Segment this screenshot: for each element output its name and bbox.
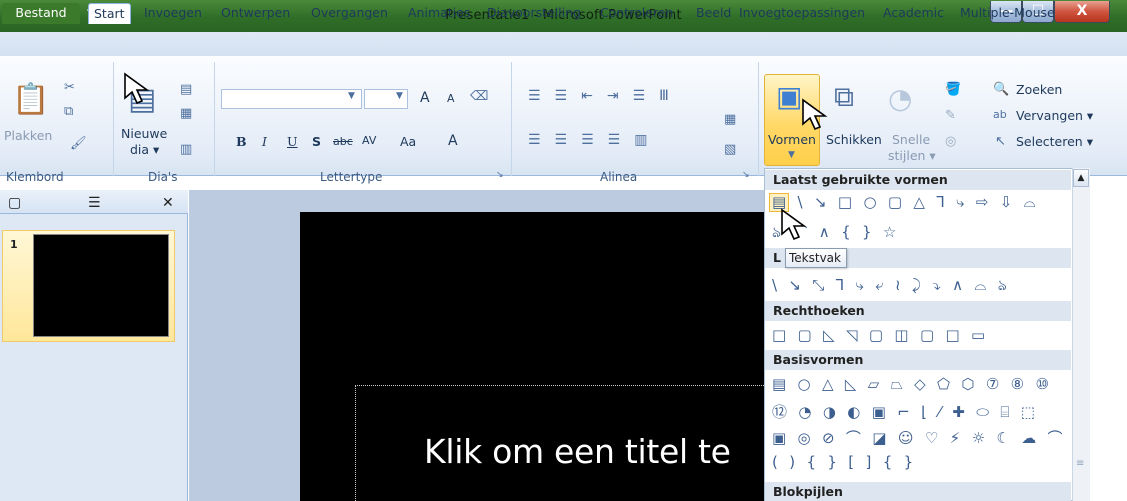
gallery-scrollbar[interactable] (1072, 168, 1090, 501)
tab-beeld[interactable]: Beeld (691, 3, 736, 24)
basic-shapes-row-3[interactable]: ▣ ◎ ⊘ ⌒ ◪ ☺ ♡ ⚡ ☼ ☾ ☁ ⌒ (772, 427, 1066, 448)
reset-icon[interactable]: ▦ (180, 106, 192, 121)
tab-ontwerpen[interactable]: Ontwerpen (216, 3, 295, 24)
rectangles-row[interactable]: □ ▢ ◺ ◹ ▢ ◫ ▢ □ ▭ (772, 326, 989, 344)
tooltip: Tekstvak (785, 248, 847, 268)
cut-icon[interactable]: ✂ (64, 80, 75, 95)
arrange-icon[interactable]: ⧉ (834, 80, 854, 114)
char-spacing-button[interactable]: AV (362, 134, 376, 147)
quick-styles-dropdown[interactable]: stijlen ▾ (888, 148, 936, 163)
find-button[interactable]: Zoeken (1016, 82, 1062, 97)
shadow-button[interactable]: S (312, 134, 321, 149)
replace-button[interactable]: Vervangen ▾ (1016, 108, 1093, 123)
font-dropdown-icon[interactable]: ▼ (348, 91, 355, 101)
replace-icon[interactable]: ab (993, 108, 1007, 121)
align-text-icon[interactable]: ▦ (724, 112, 736, 127)
underline-button[interactable]: U (287, 134, 298, 149)
clear-format-icon[interactable]: ⌫ (470, 89, 488, 104)
shape-outline-icon[interactable]: ✎ (945, 108, 956, 123)
grow-font-button[interactable]: A (420, 90, 430, 106)
list-buttons-icon[interactable]: ☰☰⇤⇥☰Ⅲ (528, 88, 683, 104)
layout-icon[interactable]: ▤ (180, 82, 192, 97)
tab-multiple-mouse[interactable]: Multiple-Mouse (955, 3, 1060, 24)
paste-icon[interactable]: 📋 (12, 82, 49, 117)
tab-invoegtoepassingen[interactable]: Invoegtoepassingen (734, 3, 870, 24)
section-icon[interactable]: ▥ (180, 142, 192, 157)
tab-start[interactable]: Start (88, 3, 131, 24)
tab-invoegen[interactable]: Invoegen (139, 3, 207, 24)
basic-shapes-row-2[interactable]: ⑫ ◔ ◑ ◐ ▣ ⌐ ⌊ ⁄ ✚ ⬭ ⌸ ⬚ (772, 401, 1038, 422)
group-separator (113, 62, 114, 176)
shape-fill-icon[interactable]: 🪣 (945, 82, 961, 97)
find-icon[interactable]: 🔍 (993, 82, 1009, 97)
shapes-label: Vormen (768, 132, 816, 147)
new-slide-label[interactable]: Nieuwe (121, 126, 167, 141)
group-label-alinea: Alinea (600, 170, 638, 184)
group-label-klembord: Klembord (6, 170, 64, 184)
format-painter-icon[interactable]: 🖌 (70, 136, 87, 151)
shrink-font-button[interactable]: A (447, 92, 455, 105)
scroll-up-arrow-icon[interactable]: ▲ (1073, 169, 1089, 187)
gallery-section-basisvormen: Basisvormen (765, 350, 1071, 370)
quick-styles-label[interactable]: Snelle (892, 132, 930, 147)
close-button[interactable]: X (1054, 1, 1110, 23)
smartart-icon[interactable]: ▧ (724, 142, 736, 157)
basic-shapes-row-4[interactable]: ( ) { } [ ] { } (772, 453, 916, 471)
new-slide-dropdown[interactable]: dia ▾ (130, 142, 159, 157)
arrange-label[interactable]: Schikken (826, 132, 882, 147)
slide-thumbnail[interactable] (33, 234, 169, 337)
slide-number: 1 (10, 238, 18, 251)
align-buttons-icon[interactable]: ☰☰☰☰▥ (528, 132, 661, 148)
tab-controleren[interactable]: Controleren (595, 3, 678, 24)
tab-overgangen[interactable]: Overgangen (306, 3, 393, 24)
size-dropdown-icon[interactable]: ▼ (396, 91, 403, 101)
group-separator (214, 62, 215, 176)
basic-shapes-row-1[interactable]: ▤ ○ △ ◺ ▱ ⏢ ◇ ⬠ ⬡ ⑦ ⑧ ⑩ (772, 375, 1052, 393)
tab-diavoorstelling[interactable]: Diavoorstelling (482, 3, 586, 24)
paragraph-dialog-launcher-icon[interactable]: ↘ (742, 170, 750, 180)
paste-button-label[interactable]: Plakken (4, 128, 52, 143)
slides-tab-icon[interactable]: ▢ (8, 195, 21, 211)
slide-title-text[interactable]: Klik om een titel te (424, 432, 764, 471)
gallery-section-rechthoeken: Rechthoeken (765, 301, 1071, 321)
gallery-resize-grip-icon[interactable]: ≡ (1076, 458, 1084, 469)
group-separator (758, 62, 759, 176)
ribbon (0, 56, 1127, 176)
font-color-button[interactable]: A (448, 133, 458, 149)
shapes-dropdown-icon: ▼ (788, 150, 795, 160)
gallery-section-blokpijlen: Blokpijlen (765, 482, 1071, 501)
italic-button[interactable]: I (262, 134, 267, 149)
close-panel-icon[interactable]: ✕ (162, 195, 174, 211)
outline-tab-icon[interactable]: ☰ (88, 195, 101, 211)
shape-effects-icon[interactable]: ◎ (945, 134, 956, 149)
select-button[interactable]: Selecteren ▾ (1016, 134, 1093, 149)
shapes-icon: ▣ (776, 80, 803, 113)
tab-academic[interactable]: Academic (878, 3, 949, 24)
lines-row[interactable]: \ ↘ ⤡ ⅂ ⤷ ⤶ ≀ ⤸ ⤵ ∧ ⌓ ঌ (772, 274, 1010, 299)
quick-styles-icon[interactable]: ◔ (888, 82, 912, 115)
change-case-button[interactable]: Aa (400, 134, 416, 149)
group-separator (511, 62, 512, 176)
strikethrough-button[interactable]: abc (333, 135, 353, 148)
group-label-dias: Dia's (148, 170, 178, 184)
tab-bestand[interactable]: Bestand (2, 3, 80, 24)
font-dialog-launcher-icon[interactable]: ↘ (496, 170, 504, 180)
ribbon-tab-row (0, 32, 1127, 56)
bold-button[interactable]: B (236, 134, 247, 149)
tab-animaties[interactable]: Animaties (403, 3, 475, 24)
select-icon[interactable]: ↖ (995, 134, 1006, 149)
font-name-input[interactable] (221, 89, 362, 109)
group-label-lettertype: Lettertype (320, 170, 383, 184)
gallery-section-recent: Laatst gebruikte vormen (765, 170, 1071, 190)
copy-icon[interactable]: ⧉ (64, 104, 73, 119)
